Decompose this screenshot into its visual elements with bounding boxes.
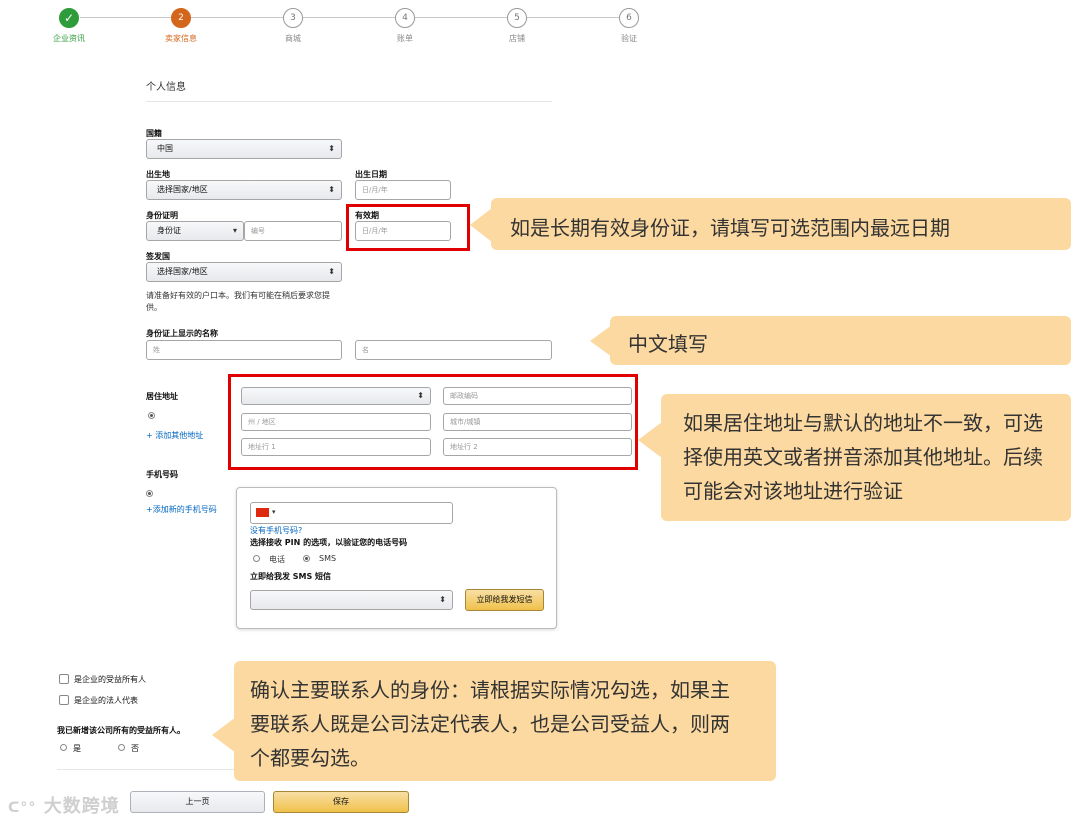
call-option-label: 电话	[269, 555, 285, 564]
step-2-circle: 2	[171, 8, 191, 28]
step-4-circle: 4	[395, 8, 415, 28]
address-label: 居住地址	[146, 392, 178, 401]
country-code-caret-icon[interactable]: ▾	[272, 503, 276, 521]
address-highlight-box	[228, 374, 638, 470]
callout-address-pointer	[638, 422, 662, 458]
issuing-country-select[interactable]: 选择国家/地区 ⬍	[146, 262, 342, 282]
owners-added-question: 我已新增该公司所有的受益所有人。	[57, 726, 185, 735]
birthplace-label: 出生地	[146, 170, 170, 179]
save-button[interactable]: 保存	[273, 791, 409, 813]
birthplace-select-value: 选择国家/地区	[157, 185, 208, 194]
add-phone-link[interactable]: +添加新的手机号码	[146, 504, 217, 515]
pin-option-label: 选择接收 PIN 的选项，以验证您的电话号码	[250, 538, 408, 547]
id-type-value: 身份证	[157, 226, 181, 235]
address-radio[interactable]	[148, 412, 155, 419]
step-3-circle: 3	[283, 8, 303, 28]
country-label: 国籍	[146, 129, 162, 138]
step-4-label: 账单	[397, 34, 413, 43]
callout-name-pointer	[590, 325, 612, 357]
expiry-highlight-box	[346, 204, 470, 251]
issuing-country-label: 签发国	[146, 252, 170, 261]
step-5-label: 店铺	[509, 34, 525, 43]
call-option-radio[interactable]	[253, 555, 260, 562]
hukou-note: 请准备好有效的户口本。我们有可能在稍后要求您提供。	[146, 291, 330, 312]
send-sms-label: 立即给我发 SMS 短信	[250, 572, 332, 581]
sms-option-label: SMS	[319, 554, 337, 563]
watermark-text: 大数跨境	[43, 796, 120, 817]
send-sms-button[interactable]: 立即给我发短信	[465, 589, 544, 611]
step-3-label: 商城	[285, 34, 301, 43]
sms-language-select[interactable]: ⬍	[250, 590, 453, 610]
birthdate-label: 出生日期	[355, 170, 387, 179]
yes-label: 是	[73, 744, 81, 753]
no-label: 否	[131, 744, 139, 753]
step-1-label[interactable]: 企业资讯	[39, 33, 99, 44]
no-radio[interactable]	[118, 744, 125, 751]
callout-roles: 确认主要联系人的身份：请根据实际情况勾选，如果主要联系人既是公司法定代表人，也是…	[234, 661, 776, 781]
callout-name: 中文填写	[610, 316, 1071, 365]
beneficial-owner-checkbox[interactable]	[59, 674, 69, 684]
previous-page-button[interactable]: 上一页	[130, 791, 265, 813]
section-title: 个人信息	[146, 82, 186, 93]
phone-verification-panel: ▾ 没有手机号码? 选择接收 PIN 的选项，以验证您的电话号码 电话 SMS …	[236, 487, 557, 629]
stepper-line	[80, 17, 620, 18]
step-6-label: 验证	[621, 34, 637, 43]
section-divider	[146, 101, 552, 102]
birthplace-select[interactable]: 选择国家/地区 ⬍	[146, 180, 342, 200]
phone-number-input[interactable]: ▾	[250, 502, 453, 524]
yes-radio[interactable]	[60, 744, 67, 751]
phone-label: 手机号码	[146, 470, 178, 479]
id-doc-label: 身份证明	[146, 211, 178, 220]
watermark-icon: ᑕ°°	[8, 800, 37, 816]
country-select[interactable]: 中国 ⬍	[146, 139, 342, 159]
select-arrow-icon: ⬍	[439, 595, 446, 604]
birthdate-input[interactable]: 日/月/年	[355, 180, 451, 200]
step-5-circle: 5	[507, 8, 527, 28]
surname-input[interactable]: 姓	[146, 340, 342, 360]
add-address-link[interactable]: + 添加其他地址	[146, 430, 203, 441]
beneficial-owner-label: 是企业的受益所有人	[74, 675, 146, 684]
watermark-logo: ᑕ°° 大数跨境	[8, 792, 120, 818]
id-type-select[interactable]: 身份证 ▾	[146, 221, 244, 241]
step-2-label: 卖家信息	[165, 34, 197, 43]
legal-rep-label: 是企业的法人代表	[74, 696, 138, 705]
select-arrow-icon: ⬍	[328, 267, 335, 276]
china-flag-icon	[256, 508, 269, 517]
legal-rep-checkbox[interactable]	[59, 695, 69, 705]
select-arrow-icon: ⬍	[328, 185, 335, 194]
callout-expiry-pointer	[470, 208, 492, 242]
phone-radio[interactable]	[146, 490, 153, 497]
step-6-circle: 6	[619, 8, 639, 28]
name-on-id-label: 身份证上显示的名称	[146, 329, 218, 338]
sms-option-radio[interactable]	[303, 555, 310, 562]
id-number-input[interactable]: 编号	[244, 221, 342, 241]
step-1-check-icon: ✓	[59, 8, 79, 28]
callout-roles-pointer	[212, 717, 236, 753]
dropdown-caret-icon: ▾	[232, 226, 237, 235]
callout-address: 如果居住地址与默认的地址不一致，可选择使用英文或者拼音添加其他地址。后续可能会对…	[661, 394, 1071, 521]
given-name-input[interactable]: 名	[355, 340, 552, 360]
select-arrow-icon: ⬍	[328, 144, 335, 153]
country-select-value: 中国	[157, 144, 173, 153]
no-phone-link[interactable]: 没有手机号码?	[250, 525, 302, 536]
callout-expiry: 如是长期有效身份证，请填写可选范围内最远日期	[491, 198, 1071, 250]
issuing-country-value: 选择国家/地区	[157, 267, 208, 276]
